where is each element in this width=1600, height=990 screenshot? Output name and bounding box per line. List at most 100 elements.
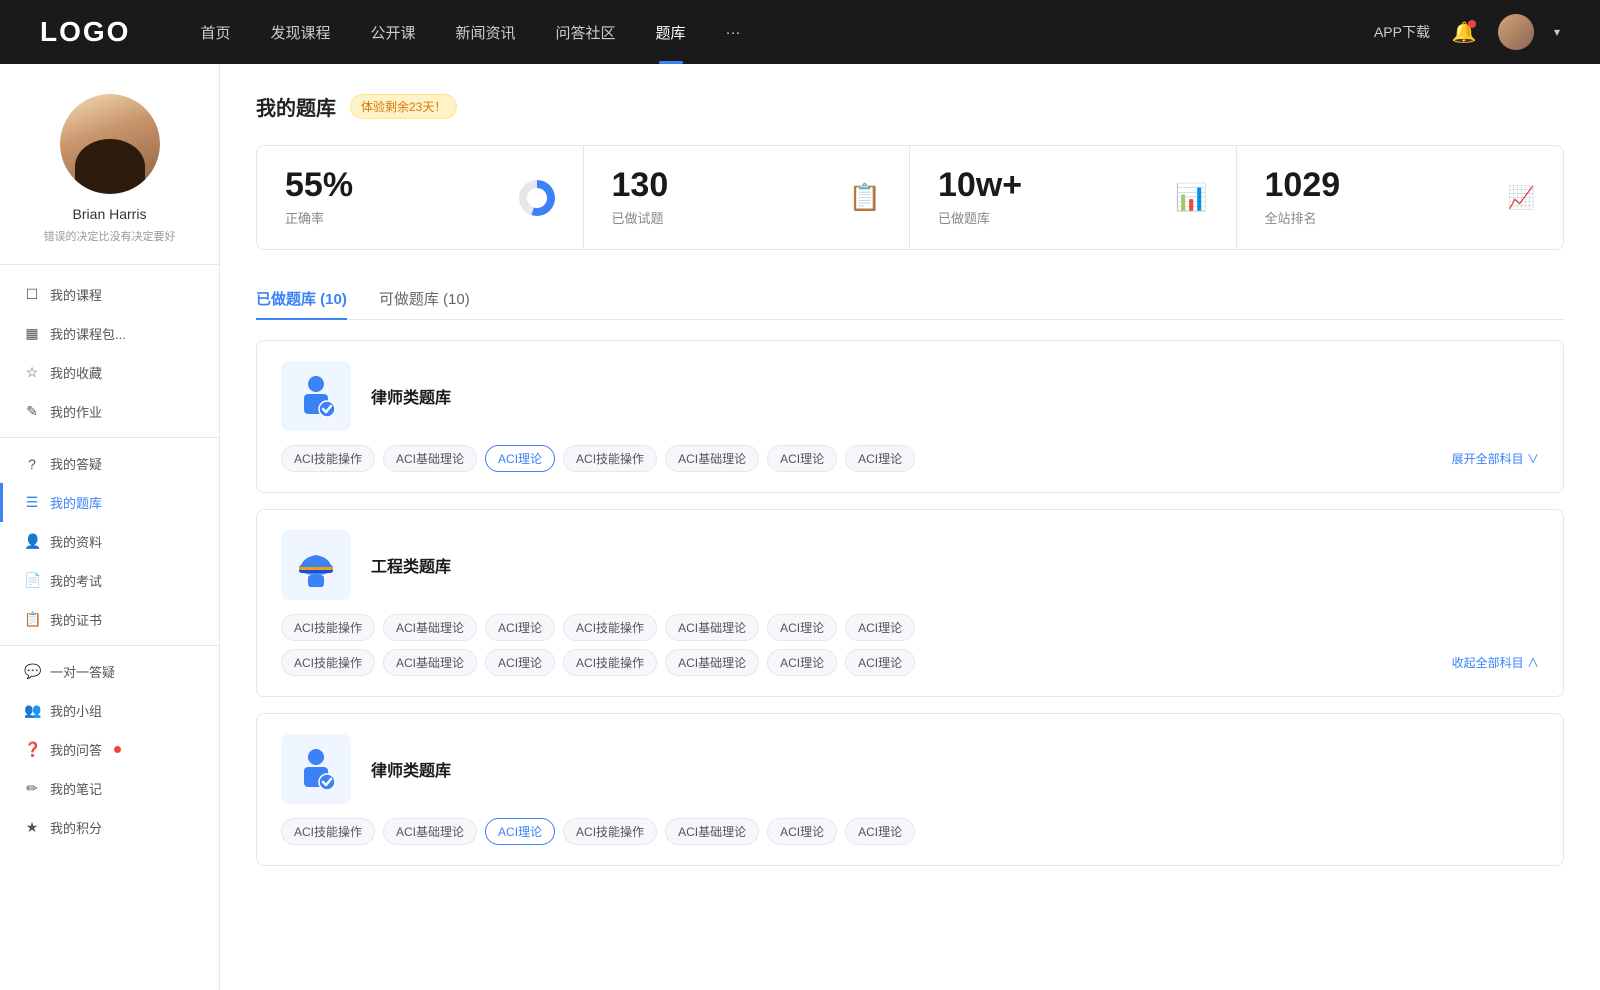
logo[interactable]: LOGO [40,16,130,48]
done-banks-icon: 📊 [1175,182,1207,213]
tag-item[interactable]: ACI基础理论 [665,649,759,676]
bank-icon-lawyer-2 [281,734,351,804]
sidebar-item-notes[interactable]: ✏ 我的笔记 [0,769,219,808]
sidebar-item-homework[interactable]: ✎ 我的作业 [0,392,219,431]
course-icon: ☐ [24,286,40,303]
qa-icon: ? [24,456,40,472]
tag-item[interactable]: ACI技能操作 [281,445,375,472]
app-download-button[interactable]: APP下载 [1374,22,1430,42]
sidebar-item-exam[interactable]: 📄 我的考试 [0,561,219,600]
tag-item[interactable]: ACI理论 [767,445,837,472]
coursepack-icon: ▦ [24,325,40,342]
nav-opencourse[interactable]: 公开课 [350,0,435,64]
tag-item[interactable]: ACI理论 [845,445,915,472]
stat-accuracy: 55% 正确率 [257,146,584,249]
nav-divider-2 [0,645,219,646]
nav-discover[interactable]: 发现课程 [250,0,350,64]
tag-item[interactable]: ACI基础理论 [383,649,477,676]
tag-item[interactable]: ACI理论 [767,614,837,641]
tag-item[interactable]: ACI基础理论 [383,818,477,845]
bank-icon-lawyer [281,361,351,431]
profile-name: Brian Harris [73,206,147,222]
sidebar-item-label: 我的收藏 [50,363,102,382]
stat-accuracy-label: 正确率 [285,208,353,227]
bank-title-lawyer-2: 律师类题库 [371,757,451,781]
nav-home[interactable]: 首页 [180,0,250,64]
notes-icon: ✏ [24,780,40,797]
tag-item[interactable]: ACI技能操作 [563,614,657,641]
tab-done-banks[interactable]: 已做题库 (10) [256,278,347,319]
tag-item[interactable]: ACI技能操作 [563,818,657,845]
tag-item[interactable]: ACI理论 [485,614,555,641]
tag-item[interactable]: ACI理论 [767,649,837,676]
sidebar-item-course[interactable]: ☐ 我的课程 [0,275,219,314]
sidebar-item-qa[interactable]: ? 我的答疑 [0,444,219,483]
nav-qa[interactable]: 问答社区 [536,0,636,64]
collapse-link[interactable]: 收起全部科目 ∧ [1452,654,1539,671]
sidebar-item-group[interactable]: 👥 我的小组 [0,691,219,730]
tag-item[interactable]: ACI基础理论 [383,614,477,641]
nav-bank[interactable]: 题库 [636,0,706,64]
notification-dot [1468,20,1476,28]
ranking-icon: 📈 [1508,185,1535,211]
sidebar-item-profile[interactable]: 👤 我的资料 [0,522,219,561]
tag-item[interactable]: ACI基础理论 [383,445,477,472]
main-content: 我的题库 体验剩余23天！ 55% 正确率 130 已做试题 [220,64,1600,990]
topnav-right: APP下载 🔔 ▾ [1374,14,1560,50]
tag-item[interactable]: ACI技能操作 [563,445,657,472]
tag-item[interactable]: ACI理论 [845,614,915,641]
tag-item-active[interactable]: ACI理论 [485,445,555,472]
nav-news[interactable]: 新闻资讯 [436,0,536,64]
tag-item[interactable]: ACI理论 [485,649,555,676]
sidebar-item-questions[interactable]: ❓ 我的问答 [0,730,219,769]
tag-item[interactable]: ACI技能操作 [563,649,657,676]
tab-available-banks[interactable]: 可做题库 (10) [379,278,470,319]
tag-item[interactable]: ACI基础理论 [665,614,759,641]
tag-item[interactable]: ACI理论 [767,818,837,845]
engineer-svg-icon [291,540,341,590]
tag-item[interactable]: ACI基础理论 [665,445,759,472]
sidebar-item-questionbank[interactable]: ☰ 我的题库 [0,483,219,522]
tag-item[interactable]: ACI理论 [845,649,915,676]
sidebar-item-points[interactable]: ★ 我的积分 [0,808,219,847]
tabs-row: 已做题库 (10) 可做题库 (10) [256,278,1564,320]
sidebar-item-coursepack[interactable]: ▦ 我的课程包... [0,314,219,353]
stat-done-label: 已做试题 [612,208,669,227]
list-icon: 📋 [849,182,881,212]
points-icon: ★ [24,819,40,836]
tag-item[interactable]: ACI基础理论 [665,818,759,845]
expand-link[interactable]: 展开全部科目 ∨ [1452,450,1539,467]
bank-title-lawyer-1: 律师类题库 [371,384,451,408]
nav-divider [0,437,219,438]
homework-icon: ✎ [24,403,40,420]
nav-more[interactable]: ··· [706,0,761,64]
chart-icon: 📈 [1508,185,1535,210]
tag-item[interactable]: ACI理论 [845,818,915,845]
tag-item-active[interactable]: ACI理论 [485,818,555,845]
tag-item[interactable]: ACI技能操作 [281,614,375,641]
certificate-icon: 📋 [24,611,40,628]
avatar[interactable] [1498,14,1534,50]
page-header: 我的题库 体验剩余23天！ [256,92,1564,121]
stat-banks-label: 已做题库 [938,208,1022,227]
stat-banks-value: 10w+ [938,168,1022,202]
sidebar-item-favorites[interactable]: ☆ 我的收藏 [0,353,219,392]
sidebar-item-label: 我的小组 [50,701,102,720]
notification-bell[interactable]: 🔔 [1450,18,1478,46]
sidebar-profile: Brian Harris 错误的决定比没有决定要好 [0,64,219,265]
lawyer2-svg-icon [291,744,341,794]
bank-card-lawyer-2: 律师类题库 ACI技能操作 ACI基础理论 ACI理论 ACI技能操作 ACI基… [256,713,1564,866]
avatar-chevron-icon[interactable]: ▾ [1554,25,1560,39]
tag-item[interactable]: ACI技能操作 [281,649,375,676]
sidebar-item-1on1[interactable]: 💬 一对一答疑 [0,652,219,691]
tag-item[interactable]: ACI技能操作 [281,818,375,845]
1on1-icon: 💬 [24,663,40,680]
group-icon: 👥 [24,702,40,719]
sidebar-nav: ☐ 我的课程 ▦ 我的课程包... ☆ 我的收藏 ✎ 我的作业 ? 我的答疑 ☰ [0,265,219,857]
profile-motto: 错误的决定比没有决定要好 [44,228,176,244]
stat-done-questions: 130 已做试题 📋 [584,146,911,249]
sidebar-item-label: 我的课程 [50,285,102,304]
questionbank-icon: ☰ [24,494,40,511]
sidebar-item-label: 我的问答 [50,740,102,759]
sidebar-item-certificate[interactable]: 📋 我的证书 [0,600,219,639]
